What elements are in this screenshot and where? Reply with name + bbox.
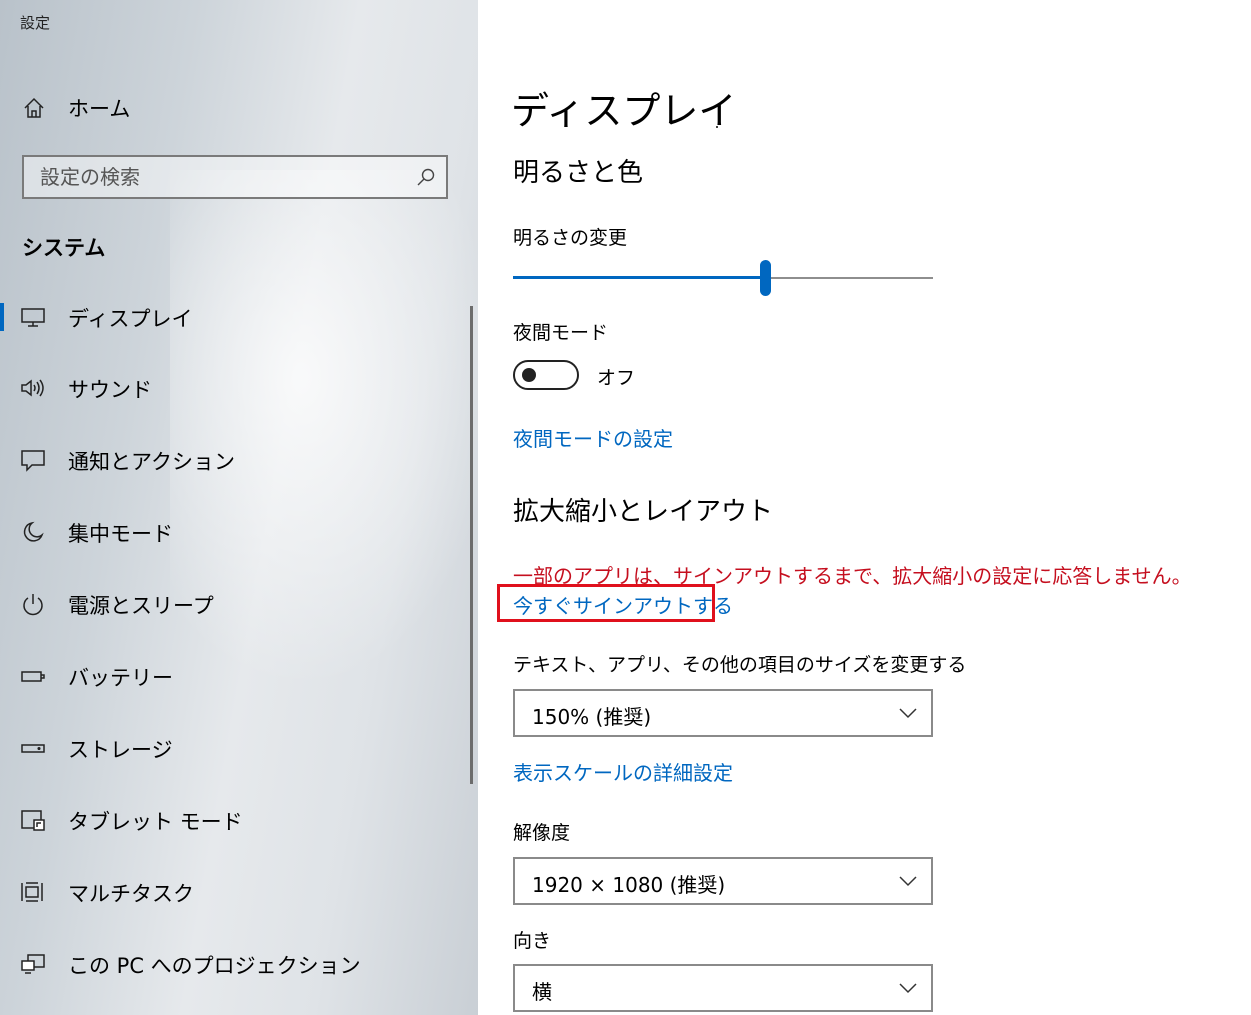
advanced-scaling-link[interactable]: 表示スケールの詳細設定 <box>513 757 733 786</box>
home-button[interactable]: ホーム <box>22 92 130 124</box>
sidebar-item-notifications[interactable]: 通知とアクション <box>0 440 470 480</box>
sidebar-item-label: タブレット モード <box>68 810 243 834</box>
sidebar-item-label: 集中モード <box>68 522 173 546</box>
orientation-dropdown[interactable]: 横 <box>513 964 933 1012</box>
tablet-icon <box>21 810 45 831</box>
orientation-label: 向き <box>513 930 552 952</box>
window-title: 設定 <box>20 14 51 32</box>
sidebar-item-label: ストレージ <box>68 738 173 762</box>
toggle-knob <box>522 368 536 382</box>
scale-label: テキスト、アプリ、その他の項目のサイズを変更する <box>513 654 967 676</box>
storage-icon <box>21 744 45 753</box>
layout-heading: 拡大縮小とレイアウト <box>513 497 774 527</box>
power-icon <box>23 594 43 616</box>
search-input[interactable] <box>40 157 410 197</box>
search-icon[interactable] <box>416 167 436 187</box>
resolution-value: 1920 × 1080 (推奨) <box>532 873 726 897</box>
sidebar-item-label: ディスプレイ <box>68 307 193 331</box>
selection-indicator <box>0 303 4 331</box>
sidebar-item-sound[interactable]: サウンド <box>0 368 470 408</box>
multitask-icon <box>21 882 43 902</box>
night-mode-label: 夜間モード <box>513 322 609 344</box>
resolution-dropdown[interactable]: 1920 × 1080 (推奨) <box>513 857 933 905</box>
sidebar-item-label: マルチタスク <box>68 882 194 906</box>
orientation-value: 横 <box>532 980 552 1004</box>
sidebar-item-battery[interactable]: バッテリー <box>0 656 470 696</box>
sidebar-item-storage[interactable]: ストレージ <box>0 728 470 768</box>
speaker-icon <box>21 379 44 397</box>
sidebar-item-projection[interactable]: この PC へのプロジェクション <box>0 944 470 984</box>
sidebar-item-display[interactable]: ディスプレイ <box>0 297 470 337</box>
brightness-slider[interactable] <box>513 258 933 298</box>
sidebar-item-tablet[interactable]: タブレット モード <box>0 800 470 840</box>
scale-value: 150% (推奨) <box>532 705 652 729</box>
sidebar-item-label: バッテリー <box>68 666 173 690</box>
moon-icon <box>23 521 44 542</box>
decorative-dot <box>716 126 718 128</box>
notification-icon <box>21 450 45 472</box>
sidebar-item-label: 電源とスリープ <box>68 594 214 618</box>
sidebar-item-label: 通知とアクション <box>68 450 235 474</box>
brightness-heading: 明るさと色 <box>513 158 644 188</box>
slider-fill <box>513 276 765 279</box>
chevron-down-icon <box>899 708 917 719</box>
section-title: システム <box>22 236 106 260</box>
home-icon <box>24 97 44 118</box>
sidebar-item-label: サウンド <box>68 378 152 402</box>
chevron-down-icon <box>899 876 917 887</box>
sidebar-item-power[interactable]: 電源とスリープ <box>0 584 470 624</box>
sidebar-scrollbar[interactable] <box>470 306 473 784</box>
main-content: ディスプレイ 明るさと色 明るさの変更 夜間モード オフ 夜間モードの設定 拡大… <box>478 0 1251 1015</box>
night-mode-state: オフ <box>597 367 636 389</box>
monitor-icon <box>21 308 45 327</box>
signout-link[interactable]: 今すぐサインアウトする <box>513 590 733 619</box>
battery-icon <box>21 671 45 682</box>
home-label: ホーム <box>68 97 131 121</box>
night-mode-toggle[interactable] <box>513 360 579 390</box>
night-mode-settings-link[interactable]: 夜間モードの設定 <box>513 423 673 452</box>
projection-icon <box>21 954 45 974</box>
slider-thumb[interactable] <box>760 260 771 296</box>
page-title: ディスプレイ <box>511 89 737 133</box>
resolution-label: 解像度 <box>513 822 571 844</box>
search-box[interactable] <box>22 155 448 199</box>
chevron-down-icon <box>899 983 917 994</box>
sidebar: 設定 ホーム システム ディスプレイ サウンド 通知とアクション <box>0 0 478 1015</box>
scale-dropdown[interactable]: 150% (推奨) <box>513 689 933 737</box>
sidebar-item-focus[interactable]: 集中モード <box>0 512 470 552</box>
sidebar-item-label: この PC へのプロジェクション <box>68 954 361 978</box>
sidebar-item-multitasking[interactable]: マルチタスク <box>0 872 470 912</box>
brightness-label: 明るさの変更 <box>513 227 628 249</box>
